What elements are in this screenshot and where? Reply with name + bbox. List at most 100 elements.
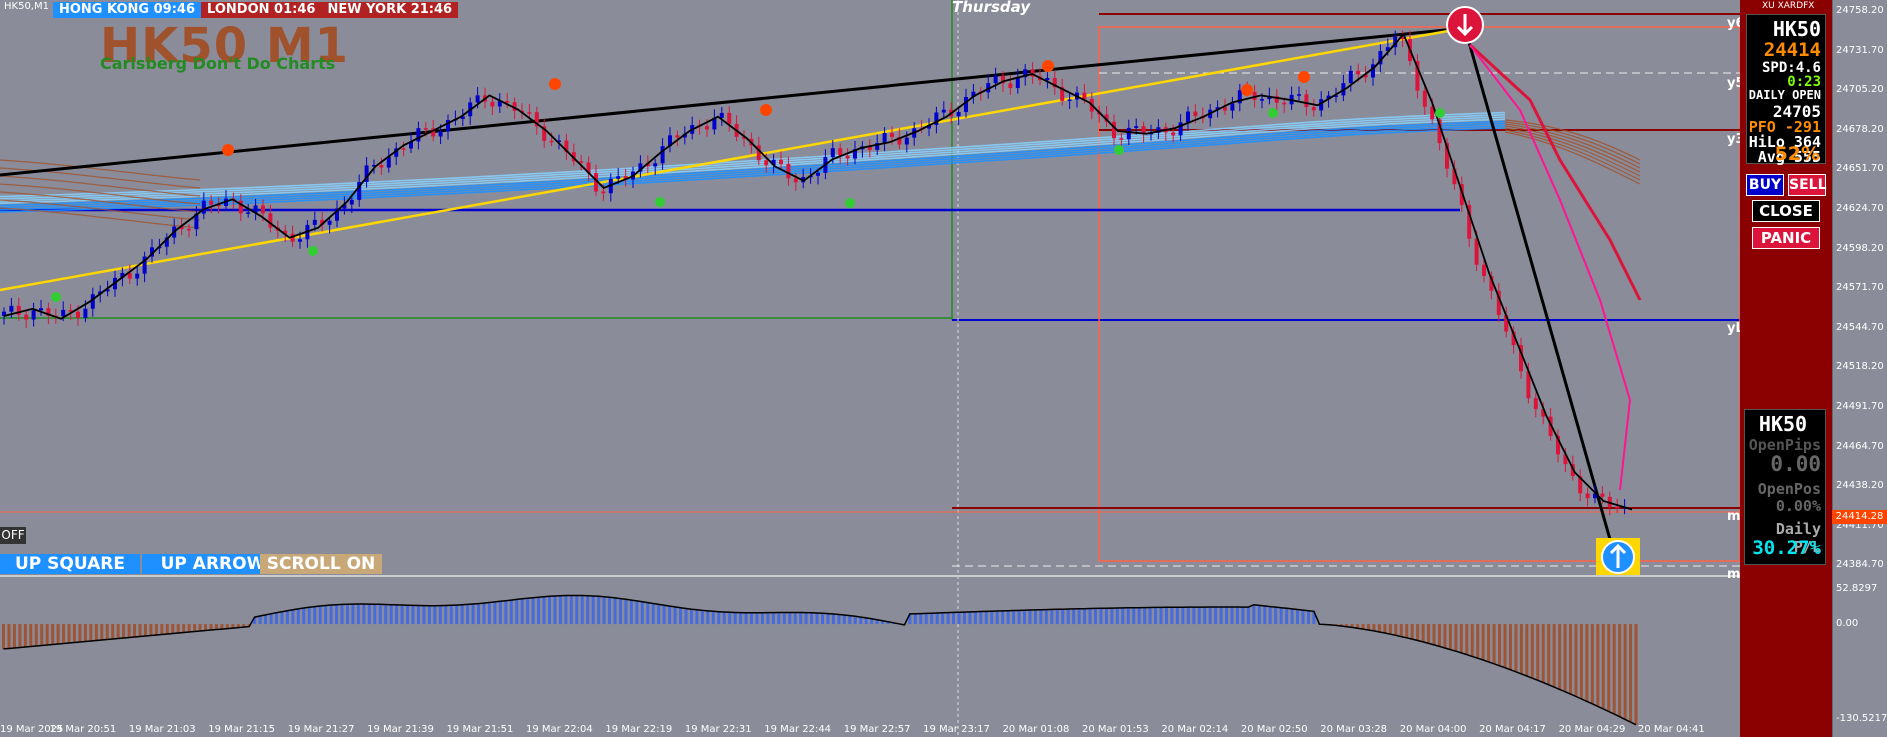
chart-subtitle: Carlsberg Don't Do Charts (100, 54, 336, 73)
open-pips-value: 0.00 (1770, 452, 1821, 476)
oscillator-bar (111, 624, 115, 639)
oscillator-bar (1235, 607, 1239, 625)
candle-body (1082, 92, 1087, 99)
oscillator-bar (771, 612, 775, 625)
oscillator-bar (1263, 605, 1267, 625)
oscillator-bar (1547, 624, 1551, 685)
time-tick-label: 19 Mar 23:17 (923, 724, 990, 735)
symbol-tag: HK50,M1 (4, 1, 49, 12)
panic-button[interactable]: PANIC (1752, 227, 1820, 249)
oscillator-bar (509, 600, 513, 625)
oscillator-bar (2, 624, 5, 649)
oscillator-bar (1104, 608, 1108, 625)
price-tick-label: 24571.70 (1836, 282, 1884, 294)
oscillator-bar (537, 597, 541, 625)
oscillator-bar (389, 604, 393, 625)
candle-body (475, 95, 480, 103)
oscillator-bar (679, 607, 683, 625)
off-toggle[interactable]: OFF (0, 527, 26, 544)
candle-body (1348, 70, 1353, 84)
oscillator-bar (193, 624, 197, 632)
price-tick-label: 24731.70 (1836, 44, 1884, 56)
oscillator-bar (56, 624, 60, 644)
candle-body (579, 161, 584, 163)
oscillator-bar (433, 605, 437, 625)
oscillator-bar (815, 612, 819, 625)
oscillator-bar (1427, 624, 1431, 644)
oscillator-bar (1268, 606, 1272, 625)
oscillator-bar (1143, 607, 1147, 625)
oscillator-bar (367, 604, 371, 625)
oscillator-bar (105, 624, 109, 640)
candle-body (1134, 126, 1139, 128)
candle-body (527, 112, 532, 114)
oscillator-bar (711, 611, 715, 625)
oscillator-bar (335, 604, 339, 625)
panel-percent: 52% (1774, 143, 1820, 165)
oscillator-bar (946, 612, 950, 625)
oscillator-bar (1148, 607, 1152, 625)
oscillator-bar (558, 595, 562, 625)
oscillator-bar (1246, 607, 1250, 625)
oscillator-bar (18, 624, 22, 648)
price-tick-label: 24758.20 (1836, 5, 1884, 16)
price-tick-label: 24624.70 (1836, 203, 1884, 214)
time-tick-label: 19 Mar 22:31 (684, 724, 752, 735)
oscillator-bar (477, 603, 481, 625)
oscillator-bar (78, 624, 82, 642)
candle-body (1533, 398, 1538, 410)
swing-low-marker (1268, 108, 1278, 118)
oscillator-bar (995, 611, 999, 625)
oscillator-bar (1585, 624, 1589, 702)
scroll-on-button[interactable]: SCROLL ON (260, 554, 382, 574)
oscillator-bar (848, 615, 852, 625)
oscillator-bar (1552, 624, 1556, 688)
close-button[interactable]: CLOSE (1752, 200, 1820, 222)
oscillator-bar (165, 624, 169, 635)
oscillator-bar (1410, 624, 1414, 640)
oscillator-bar (1443, 624, 1447, 648)
oscillator-bar (1481, 624, 1485, 661)
daily-pl-value: 30.27% (1752, 537, 1821, 559)
oscillator-bar (1465, 624, 1469, 655)
candle-body (39, 308, 43, 311)
oscillator-bar (1088, 608, 1092, 625)
buy-button[interactable]: BUY (1746, 174, 1784, 196)
oscillator-bar (1083, 608, 1087, 625)
up-square-button[interactable]: UP SQUARE (0, 554, 140, 574)
oscillator-bar (1186, 607, 1190, 625)
time-tick-label: 19 Mar 22:57 (843, 724, 911, 735)
price-tick-label: 24464.70 (1836, 440, 1884, 452)
oscillator-bar (515, 599, 519, 625)
oscillator-bar (553, 595, 557, 625)
candle-body (1260, 99, 1264, 101)
oscillator-bar (406, 605, 410, 625)
oscillator-bar (952, 612, 956, 625)
candle-body (1186, 111, 1190, 123)
oscillator-bar (160, 624, 164, 635)
swing-high-marker (1241, 84, 1253, 96)
oscillator-bar (1028, 610, 1032, 625)
oscillator-bar (1219, 607, 1223, 625)
oscillator-bar (1296, 609, 1300, 625)
oscillator-bar (34, 624, 38, 646)
swing-low-marker (845, 198, 855, 208)
oscillator-bar (962, 612, 966, 625)
oscillator-bar (760, 612, 764, 625)
oscillator-bar (1175, 607, 1179, 625)
oscillator-bar (1372, 624, 1376, 631)
oscillator-bar (608, 597, 612, 625)
oscillator-bar (1001, 610, 1005, 625)
candle-body (705, 126, 709, 130)
oscillator-bar (1290, 608, 1294, 625)
sell-button[interactable]: SELL (1788, 174, 1827, 196)
candle-body (882, 133, 887, 144)
candle-body (1311, 107, 1316, 111)
oscillator-bar (564, 595, 568, 625)
swing-high-marker (549, 78, 561, 90)
time-tick-label: 19 Mar 22:19 (605, 724, 673, 735)
panel-price: 24414 (1763, 39, 1821, 61)
time-tick-label: 20 Mar 02:50 (1240, 724, 1308, 735)
oscillator-bar (72, 624, 76, 643)
candle-body (890, 133, 894, 137)
